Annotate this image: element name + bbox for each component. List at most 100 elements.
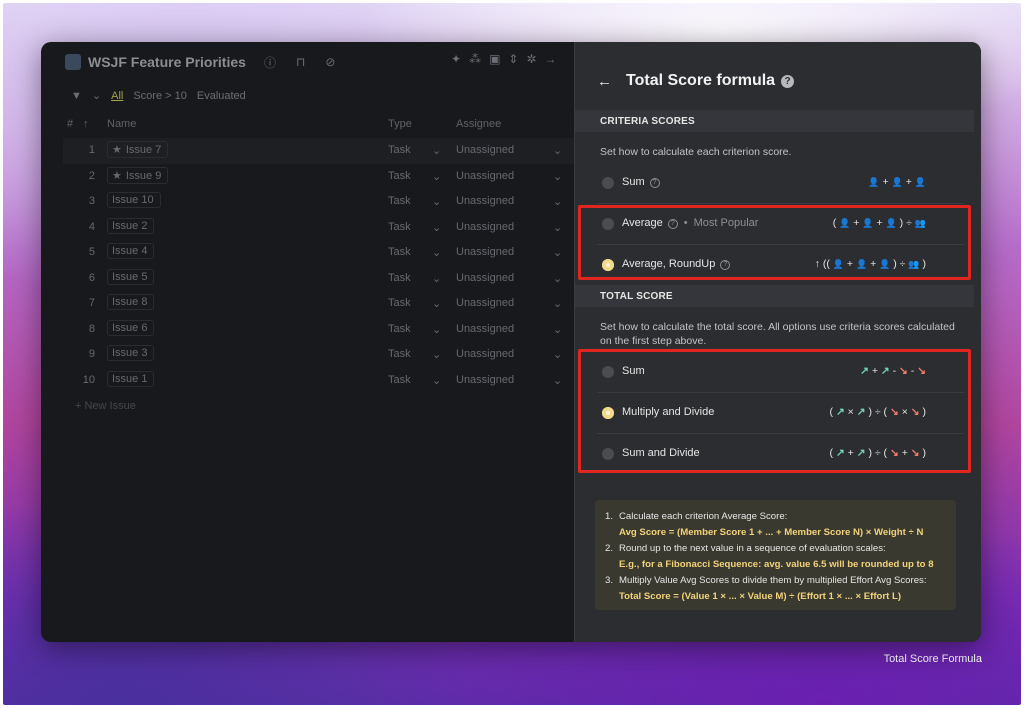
filter-all[interactable]: All bbox=[111, 90, 123, 102]
row-number: 6 bbox=[88, 271, 95, 284]
issue-type[interactable]: Task bbox=[388, 221, 411, 233]
chevron-down-icon[interactable]: ⌄ bbox=[553, 272, 562, 285]
chevron-down-icon[interactable]: ⌄ bbox=[553, 374, 562, 387]
issue-assignee[interactable]: Unassigned bbox=[456, 195, 514, 207]
members-icon[interactable]: ⁂ bbox=[469, 52, 481, 66]
row-number: 7 bbox=[88, 297, 95, 309]
chevron-down-icon[interactable]: ⌄ bbox=[432, 144, 441, 157]
app-logo bbox=[65, 54, 81, 70]
total-highlight-box bbox=[578, 349, 971, 473]
issue-assignee[interactable]: Unassigned bbox=[456, 348, 514, 360]
issue-assignee[interactable]: Unassigned bbox=[456, 144, 514, 156]
issue-type[interactable]: Task bbox=[388, 144, 411, 156]
settings-icon[interactable]: ✲ bbox=[526, 52, 536, 66]
table-row[interactable]: 4 Issue 2 Task ⌄ Unassigned ⌄ bbox=[63, 215, 583, 241]
app-window: WSJF Feature Priorities ⓘ ⊓ ⊘ ✦ ⁂ ▣ ⇕ ✲ … bbox=[41, 42, 981, 642]
lock-icon[interactable]: ⊓ bbox=[296, 55, 305, 69]
table-row[interactable]: 2 ★ Issue 9 Task ⌄ Unassigned ⌄ bbox=[63, 164, 583, 190]
issue-assignee[interactable]: Unassigned bbox=[456, 323, 514, 335]
table-row[interactable]: 1 ★ Issue 7 Task ⌄ Unassigned ⌄ bbox=[63, 138, 583, 164]
column-type[interactable]: Type bbox=[388, 118, 412, 130]
sort-icon[interactable]: ⇕ bbox=[508, 52, 518, 66]
issue-type[interactable]: Task bbox=[388, 246, 411, 258]
issue-name[interactable]: Issue 3 bbox=[107, 345, 155, 361]
chevron-down-icon[interactable]: ⌄ bbox=[432, 221, 441, 234]
table-row[interactable]: 7 Issue 8 Task ⌄ Unassigned ⌄ bbox=[63, 291, 583, 317]
chevron-down-icon[interactable]: ⌄ bbox=[553, 246, 562, 259]
issue-assignee[interactable]: Unassigned bbox=[456, 272, 514, 284]
issue-name[interactable]: Issue 1 bbox=[107, 370, 155, 387]
help-icon[interactable]: ? bbox=[649, 178, 660, 188]
chevron-down-icon[interactable]: ⌄ bbox=[432, 348, 441, 361]
issue-type[interactable]: Task bbox=[388, 272, 411, 284]
chevron-down-icon[interactable]: ⌄ bbox=[553, 297, 562, 310]
filter-icon[interactable]: ▼ bbox=[71, 90, 82, 102]
issue-assignee[interactable]: Unassigned bbox=[456, 374, 514, 386]
issue-assignee[interactable]: Unassigned bbox=[456, 246, 514, 258]
new-issue-button[interactable]: + New Issue bbox=[75, 400, 136, 412]
issue-type[interactable]: Task bbox=[388, 195, 411, 207]
issue-type[interactable]: Task bbox=[388, 170, 411, 182]
board-icon[interactable]: ▣ bbox=[489, 52, 500, 66]
filter-score[interactable]: Score > 10 bbox=[133, 90, 187, 102]
column-name[interactable]: Name bbox=[107, 118, 136, 130]
back-arrow-icon[interactable]: ← bbox=[597, 73, 612, 90]
issue-name[interactable]: ★ Issue 9 bbox=[107, 166, 169, 184]
issue-name[interactable]: Issue 6 bbox=[107, 319, 155, 336]
chevron-down-icon[interactable]: ⌄ bbox=[432, 170, 441, 183]
issue-name[interactable]: Issue 2 bbox=[107, 217, 155, 234]
issue-type[interactable]: Task bbox=[388, 374, 411, 386]
chevron-down-icon[interactable]: ⌄ bbox=[432, 195, 441, 208]
chevron-down-icon[interactable]: ⌄ bbox=[432, 374, 441, 387]
help-icon[interactable]: ? bbox=[781, 74, 795, 88]
chevron-down-icon[interactable]: ⌄ bbox=[553, 221, 562, 234]
star-icon[interactable]: ★ bbox=[112, 144, 122, 156]
row-number: 8 bbox=[88, 322, 95, 335]
table-row[interactable]: 9 Issue 3 Task ⌄ Unassigned ⌄ bbox=[63, 342, 583, 368]
column-assignee[interactable]: Assignee bbox=[456, 118, 501, 130]
row-number: 5 bbox=[88, 246, 95, 258]
puzzle-icon[interactable]: ✦ bbox=[451, 52, 461, 66]
chevron-down-icon[interactable]: ⌄ bbox=[553, 195, 562, 208]
arrow-right-icon[interactable]: → bbox=[545, 52, 557, 66]
chevron-down-icon[interactable]: ⌄ bbox=[432, 272, 441, 285]
filter-chevron-icon[interactable]: ⌄ bbox=[92, 89, 101, 102]
chevron-down-icon[interactable]: ⌄ bbox=[553, 144, 562, 157]
issue-type[interactable]: Task bbox=[388, 297, 411, 309]
board-title: WSJF Feature Priorities bbox=[88, 54, 246, 70]
issue-assignee[interactable]: Unassigned bbox=[456, 297, 514, 309]
filter-evaluated[interactable]: Evaluated bbox=[197, 90, 246, 102]
table-row[interactable]: 8 Issue 6 Task ⌄ Unassigned ⌄ bbox=[63, 317, 583, 343]
criteria-option-sum[interactable]: Sum? 👤 + 👤 + 👤 bbox=[575, 163, 974, 204]
issue-name[interactable]: ★ Issue 7 bbox=[107, 141, 169, 158]
table-row[interactable]: 6 Issue 5 Task ⌄ Unassigned ⌄ bbox=[63, 266, 583, 292]
issue-label: Issue 6 bbox=[112, 321, 148, 334]
chevron-down-icon[interactable]: ⌄ bbox=[553, 323, 562, 336]
chevron-down-icon[interactable]: ⌄ bbox=[553, 170, 562, 183]
note-item: 2. Round up to the next value in a sequen… bbox=[605, 543, 886, 554]
issue-label: Issue 8 bbox=[112, 296, 148, 308]
note-item: 1. Calculate each criterion Average Score… bbox=[605, 511, 788, 522]
issue-assignee[interactable]: Unassigned bbox=[456, 221, 514, 233]
chevron-down-icon[interactable]: ⌄ bbox=[553, 348, 562, 361]
issue-assignee[interactable]: Unassigned bbox=[456, 170, 514, 182]
info-icon[interactable]: ⓘ bbox=[264, 54, 276, 71]
radio-criteria-sum[interactable] bbox=[602, 177, 614, 189]
issue-table: 1 ★ Issue 7 Task ⌄ Unassigned ⌄ 2 ★ Issue 9 Task ⌄ U… bbox=[63, 138, 583, 393]
table-row[interactable]: 5 Issue 4 Task ⌄ Unassigned ⌄ bbox=[63, 240, 583, 266]
table-row[interactable]: 10 Issue 1 Task ⌄ Unassigned ⌄ bbox=[63, 368, 583, 394]
issue-name[interactable]: Issue 4 bbox=[107, 243, 155, 259]
note-formula: Avg Score = (Member Score 1 + ... + Memb… bbox=[619, 527, 924, 538]
table-row[interactable]: 3 Issue 10 Task ⌄ Unassigned ⌄ bbox=[63, 189, 583, 215]
issue-name[interactable]: Issue 8 bbox=[107, 294, 155, 310]
sort-up-icon[interactable]: ↑ bbox=[83, 118, 89, 130]
issue-type[interactable]: Task bbox=[388, 323, 411, 335]
chevron-down-icon[interactable]: ⌄ bbox=[432, 323, 441, 336]
issue-type[interactable]: Task bbox=[388, 348, 411, 360]
chevron-down-icon[interactable]: ⌄ bbox=[432, 297, 441, 310]
star-icon[interactable]: ★ bbox=[112, 170, 122, 182]
issue-name[interactable]: Issue 10 bbox=[107, 192, 161, 208]
issue-name[interactable]: Issue 5 bbox=[107, 268, 155, 285]
hide-icon[interactable]: ⊘ bbox=[325, 55, 335, 69]
chevron-down-icon[interactable]: ⌄ bbox=[432, 246, 441, 259]
